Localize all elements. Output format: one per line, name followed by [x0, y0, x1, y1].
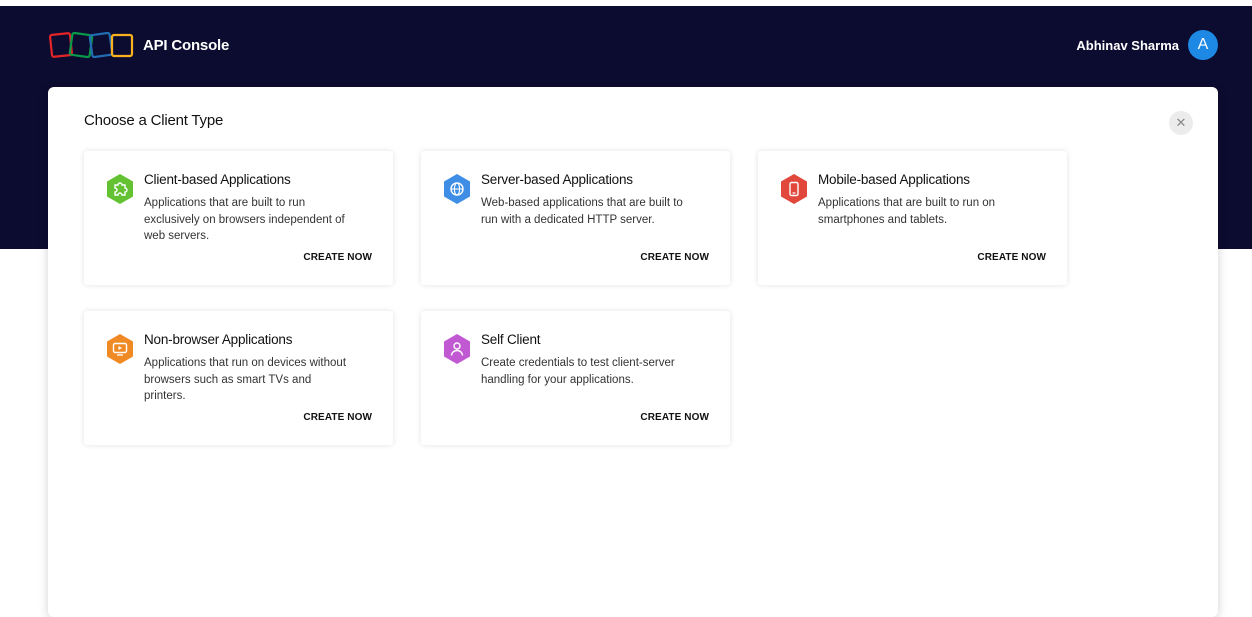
card-description: Applications that run on devices without… [144, 357, 347, 402]
logo [49, 31, 134, 59]
create-now-button[interactable]: CREATE NOW [303, 412, 372, 423]
card-non-browser[interactable]: Non-browser Applications Applications th… [84, 311, 393, 445]
create-now-button[interactable]: CREATE NOW [977, 252, 1046, 263]
client-type-dialog: Choose a Client Type ✕ Client-based Appl… [48, 87, 1218, 617]
tv-icon [105, 333, 135, 365]
card-description: Applications that are built to run exclu… [144, 197, 345, 242]
puzzle-icon [105, 173, 135, 205]
app-title: API Console [143, 36, 230, 54]
card-server-based[interactable]: Server-based Applications Web-based appl… [421, 151, 730, 285]
create-now-button[interactable]: CREATE NOW [640, 412, 709, 423]
card-title: Client-based Applications [144, 172, 291, 187]
card-title: Server-based Applications [481, 172, 633, 187]
close-icon: ✕ [1175, 115, 1187, 130]
user-name: Abhinav Sharma [1076, 37, 1179, 53]
dialog-title: Choose a Client Type [84, 112, 224, 129]
globe-icon [442, 173, 472, 205]
card-description: Applications that are built to run on sm… [818, 197, 996, 226]
card-description: Web-based applications that are built to… [481, 197, 683, 226]
card-mobile-based[interactable]: Mobile-based Applications Applications t… [758, 151, 1067, 285]
user-menu[interactable]: Abhinav Sharma A [1076, 30, 1218, 60]
card-title: Mobile-based Applications [818, 172, 970, 187]
card-self-client[interactable]: Self Client Create credentials to test c… [421, 311, 730, 445]
card-title: Non-browser Applications [144, 332, 293, 347]
create-now-button[interactable]: CREATE NOW [640, 252, 709, 263]
card-title: Self Client [481, 332, 541, 347]
brand[interactable]: API Console [49, 31, 229, 59]
close-button[interactable]: ✕ [1169, 111, 1193, 135]
avatar[interactable]: A [1188, 30, 1218, 60]
card-client-based[interactable]: Client-based Applications Applications t… [84, 151, 393, 285]
card-description: Create credentials to test client-server… [481, 357, 675, 386]
mobile-icon [779, 173, 809, 205]
create-now-button[interactable]: CREATE NOW [303, 252, 372, 263]
user-icon [442, 333, 472, 365]
